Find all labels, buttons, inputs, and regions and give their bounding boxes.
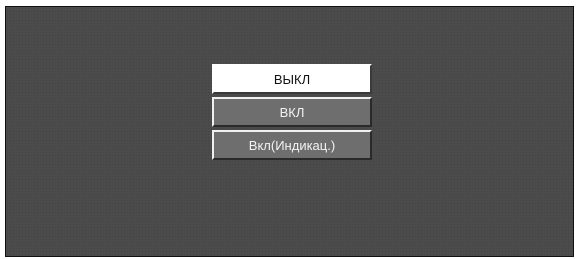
option-off-label: ВЫКЛ	[273, 71, 311, 87]
option-on-indication[interactable]: Вкл(Индикац.)	[212, 130, 372, 160]
option-on-label: ВКЛ	[279, 104, 305, 120]
display-screen: ВЫКЛ ВКЛ Вкл(Индикац.)	[5, 6, 574, 257]
option-on[interactable]: ВКЛ	[212, 97, 372, 127]
option-on-indication-label: Вкл(Индикац.)	[248, 137, 336, 153]
option-off[interactable]: ВЫКЛ	[212, 64, 372, 94]
option-menu: ВЫКЛ ВКЛ Вкл(Индикац.)	[212, 64, 372, 163]
